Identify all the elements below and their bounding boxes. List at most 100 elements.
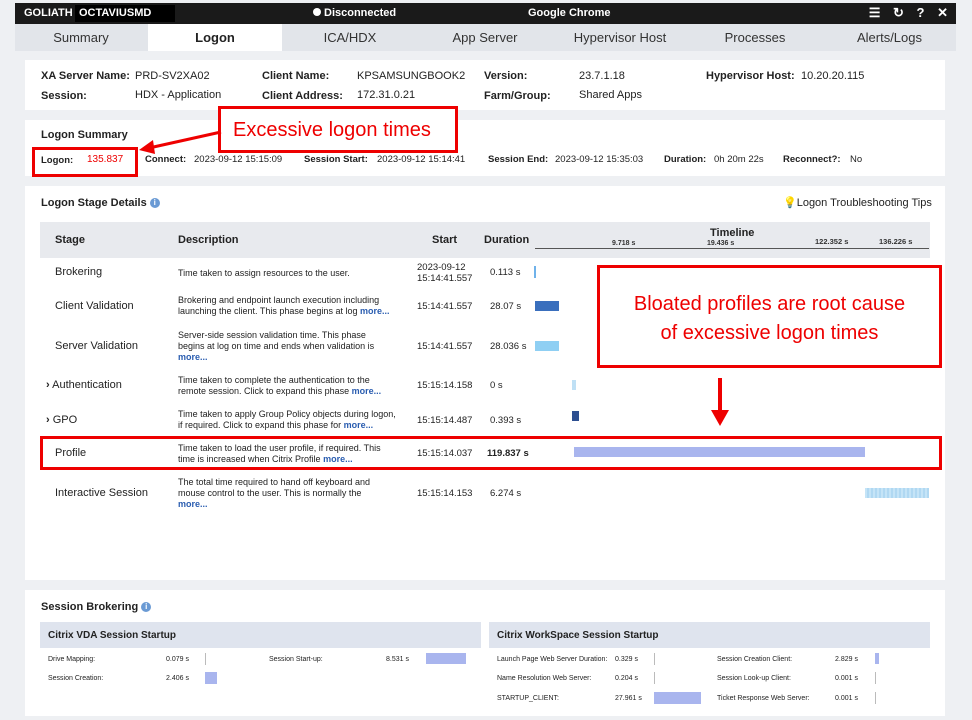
stage-description-text: Time taken to assign resources to the us… (178, 268, 350, 278)
timeline-bar (865, 488, 929, 498)
root-cause-line2: of excessive logon times (660, 322, 879, 344)
farm-label: Farm/Group: (484, 90, 551, 102)
timeline-tick: 136.226 s (879, 237, 913, 246)
more-link[interactable]: more... (344, 420, 374, 430)
metric-value: 0.001 s (835, 675, 858, 682)
tab-logon[interactable]: Logon (148, 24, 282, 51)
more-link[interactable]: more... (178, 352, 208, 362)
stage-start-line2: 15:14:41.557 (417, 273, 473, 284)
timeline-bar (535, 301, 559, 311)
metric-label: Session Creation Client: (717, 656, 793, 663)
tab-app-server[interactable]: App Server (418, 24, 552, 51)
stage-start: 15:14:41.557 (417, 301, 473, 312)
brand-label: GOLIATH (24, 7, 73, 19)
timeline-bar (535, 341, 559, 351)
callout-arrow-profile (711, 378, 729, 426)
tab-ica-hdx[interactable]: ICA/HDX (283, 24, 417, 51)
stage-details-title: Logon Stage Details i (41, 197, 160, 209)
stage-start: 15:15:14.037 (417, 448, 473, 459)
root-cause-callout: Bloated profiles are root cause of exces… (597, 265, 942, 368)
connection-status: Disconnected (313, 7, 396, 19)
duration-value: 0h 20m 22s (714, 154, 764, 165)
metric-bar (875, 672, 876, 684)
stage-description-line2: begins at log on time and ends when vali… (178, 341, 375, 351)
chevron-right-icon[interactable]: › (46, 379, 50, 391)
stage-duration: 119.837 s (487, 448, 529, 459)
status-dot-icon (313, 8, 321, 16)
metric-value: 27.961 s (615, 695, 642, 702)
timeline-bar (534, 266, 536, 278)
host-label: OCTAVIUSMD (75, 5, 175, 22)
troubleshooting-tips-link[interactable]: 💡Logon Troubleshooting Tips (783, 196, 932, 209)
header-description: Description (178, 234, 239, 246)
metric-bar (654, 653, 655, 665)
hypervisor-label: Hypervisor Host: (706, 70, 795, 82)
stage-duration: 28.07 s (490, 301, 522, 312)
more-link[interactable]: more... (360, 306, 390, 316)
tab-hypervisor-host[interactable]: Hypervisor Host (553, 24, 687, 51)
lightbulb-icon: 💡 (783, 197, 797, 209)
troubleshooting-tips-text: Logon Troubleshooting Tips (796, 197, 932, 209)
stage-description: Time taken to complete the authenticatio… (178, 375, 410, 397)
stage-start: 15:14:41.557 (417, 341, 473, 352)
farm-value: Shared Apps (579, 89, 642, 101)
stage-name: Authentication (52, 379, 122, 391)
stage-start-line1: 2023-09-12 (417, 262, 466, 273)
metric-bar (654, 672, 655, 684)
excessive-logon-callout-text: Excessive logon times (233, 119, 431, 141)
stage-name: Client Validation (55, 300, 134, 312)
connection-status-text: Disconnected (324, 7, 397, 19)
hypervisor-value: 10.20.20.115 (801, 70, 865, 82)
client-address-label: Client Address: (262, 90, 343, 102)
session-label: Session: (41, 90, 87, 102)
stage-start: 2023-09-12 15:14:41.557 (417, 262, 472, 284)
stage-description: Time taken to apply Group Policy objects… (178, 409, 410, 431)
client-address-value: 172.31.0.21 (357, 89, 416, 101)
tab-summary[interactable]: Summary (15, 24, 147, 51)
reconnect-value: No (850, 154, 863, 165)
metric-label: STARTUP_CLIENT: (497, 695, 559, 702)
close-icon[interactable]: ✕ (937, 5, 948, 20)
title-bar: GOLIATH OCTAVIUSMD Disconnected Google C… (15, 3, 956, 24)
menu-icon[interactable]: ☰ (869, 5, 881, 20)
stage-start: 15:15:14.158 (417, 380, 473, 391)
stage-duration: 0.393 s (490, 415, 522, 426)
metric-label: Session Creation: (48, 675, 104, 682)
header-duration: Duration (484, 234, 530, 246)
stage-description-line2: remote session. Click to expand this pha… (178, 386, 350, 396)
stage-expand[interactable]: › GPO (46, 414, 77, 426)
metric-label: Session Look-up Client: (717, 675, 791, 682)
chevron-right-icon[interactable]: › (46, 414, 50, 426)
timeline-tick: 9.718 s (612, 240, 636, 247)
timeline-bar (572, 411, 579, 421)
session-brokering-title-text: Session Brokering (41, 601, 139, 613)
more-link[interactable]: more... (352, 386, 382, 396)
tab-processes[interactable]: Processes (688, 24, 822, 51)
metric-bar (205, 672, 217, 684)
stage-expand[interactable]: › Authentication (46, 379, 122, 391)
version-value: 23.7.1.18 (579, 70, 625, 82)
stage-description: The total time required to hand off keyb… (178, 477, 410, 510)
stage-name: Server Validation (55, 340, 138, 352)
metric-value: 2.829 s (835, 656, 858, 663)
tab-alerts-logs[interactable]: Alerts/Logs (823, 24, 956, 51)
xa-server-label: XA Server Name: (41, 70, 130, 82)
refresh-icon[interactable]: ↻ (893, 5, 904, 20)
stage-name: GPO (52, 414, 78, 426)
metric-bar (875, 653, 879, 664)
session-start-label: Session Start: (304, 154, 368, 165)
metric-bar (426, 653, 466, 664)
info-icon[interactable]: i (141, 602, 152, 613)
duration-label: Duration: (664, 154, 707, 165)
logon-summary-title: Logon Summary (41, 129, 128, 141)
stage-description-line2: if required. Click to expand this phase … (178, 420, 342, 430)
stage-description-line1: Brokering and endpoint launch execution … (178, 295, 380, 305)
help-icon[interactable]: ? (917, 5, 925, 20)
stage-description: Time taken to load the user profile, if … (178, 443, 410, 465)
header-start: Start (432, 234, 458, 246)
more-link[interactable]: more... (323, 454, 353, 464)
info-icon[interactable]: i (149, 198, 160, 209)
stage-duration: 0 s (490, 380, 503, 391)
stage-description: Time taken to assign resources to the us… (178, 268, 410, 279)
more-link[interactable]: more... (178, 499, 208, 509)
